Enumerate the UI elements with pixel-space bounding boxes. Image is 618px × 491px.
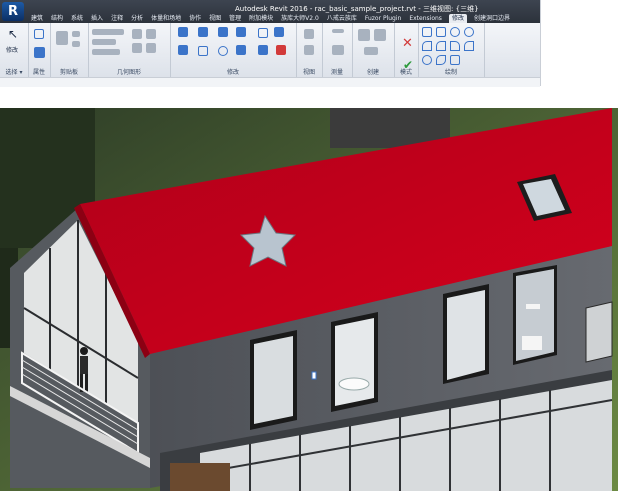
arc-center-icon[interactable] bbox=[436, 41, 446, 51]
options-bar bbox=[0, 77, 540, 87]
cope-tool-icon[interactable] bbox=[92, 29, 124, 35]
split-face-icon[interactable] bbox=[146, 29, 156, 39]
panel-clipboard: 剪贴板 bbox=[50, 23, 89, 77]
side-window-3 bbox=[443, 284, 489, 384]
remove-paint-icon[interactable] bbox=[146, 43, 156, 53]
ribbon-tab[interactable]: 协作 bbox=[188, 14, 202, 23]
ribbon-tab[interactable]: 视图 bbox=[208, 14, 222, 23]
circle-draw-icon[interactable] bbox=[464, 27, 474, 37]
paint-icon[interactable] bbox=[132, 43, 142, 53]
ribbon-tab[interactable]: 体量和场地 bbox=[150, 14, 182, 23]
ribbon-tab[interactable]: Extensions bbox=[408, 14, 443, 23]
ribbon-tab[interactable]: 创建洞口边界 bbox=[473, 14, 511, 23]
hide-in-view-icon[interactable] bbox=[304, 29, 314, 39]
3d-viewport[interactable] bbox=[0, 108, 618, 491]
panel-draw: 绘制 bbox=[418, 23, 485, 77]
properties-icon[interactable] bbox=[34, 47, 45, 58]
join-geometry-icon[interactable] bbox=[92, 49, 120, 55]
panel-create: 创建 bbox=[352, 23, 395, 77]
deck-railing-right bbox=[585, 301, 613, 363]
copy-icon[interactable] bbox=[72, 41, 80, 47]
modify-button-label[interactable]: 修改 bbox=[6, 45, 18, 54]
cut-geometry-icon[interactable] bbox=[92, 39, 116, 45]
panel-label-select[interactable]: 选择 ▾ bbox=[0, 67, 28, 76]
copy-element-icon[interactable] bbox=[198, 46, 208, 56]
ribbon-tab[interactable]: 系统 bbox=[70, 14, 84, 23]
element-marker-icon[interactable] bbox=[311, 371, 317, 380]
ribbon-tab[interactable]: 管理 bbox=[228, 14, 242, 23]
split-gap-icon[interactable] bbox=[274, 27, 284, 37]
boundary-line-icon[interactable] bbox=[422, 27, 432, 37]
measure-icon[interactable] bbox=[332, 29, 344, 33]
panel-measure: 测量 bbox=[322, 23, 353, 77]
side-window-1 bbox=[250, 330, 297, 430]
house-3d-view bbox=[0, 108, 618, 491]
panel-label-clipboard: 剪贴板 bbox=[59, 69, 78, 76]
panel-label-draw: 绘制 bbox=[444, 69, 457, 76]
window-title: Autodesk Revit 2016 - rac_basic_sample_p… bbox=[235, 5, 479, 13]
rectangle-draw-icon[interactable] bbox=[436, 27, 446, 37]
ribbon-tab[interactable]: 插入 bbox=[90, 14, 104, 23]
side-window-4-bathroom bbox=[513, 265, 557, 365]
panel-properties: 属性 bbox=[28, 23, 51, 77]
paste-icon[interactable] bbox=[56, 31, 68, 45]
delete-icon[interactable] bbox=[276, 45, 286, 55]
trim-extend-icon[interactable] bbox=[236, 45, 246, 55]
title-bar: R Autodesk Revit 2016 - rac_basic_sample… bbox=[0, 0, 540, 23]
panel-label-create: 创建 bbox=[366, 69, 379, 76]
ribbon-tab[interactable]: 结构 bbox=[50, 14, 64, 23]
arc-tangent-icon[interactable] bbox=[450, 41, 460, 51]
create-assembly-icon[interactable] bbox=[358, 29, 370, 41]
finish-edit-mode-icon[interactable]: ✔ bbox=[403, 58, 413, 72]
panel-label-measure: 测量 bbox=[330, 69, 343, 76]
revit-application-window: R Autodesk Revit 2016 - rac_basic_sample… bbox=[0, 0, 541, 87]
array-icon[interactable] bbox=[258, 45, 268, 55]
panel-select: ↖ 修改 选择 ▾ bbox=[0, 23, 29, 77]
cursor-arrow-icon[interactable]: ↖ bbox=[8, 27, 18, 41]
move-icon[interactable] bbox=[178, 45, 188, 55]
arc-start-end-icon[interactable] bbox=[422, 41, 432, 51]
polygon-draw-icon[interactable] bbox=[450, 27, 460, 37]
dimension-icon[interactable] bbox=[332, 45, 344, 55]
mirror-draw-icon[interactable] bbox=[236, 27, 246, 37]
ribbon-tab-strip: 建筑 结构 系统 插入 注释 分析 体量和场地 协作 视图 管理 附加模块 族库大师V2.0 八戒云族库… bbox=[30, 14, 511, 23]
revit-logo: R bbox=[7, 4, 18, 19]
create-group-icon[interactable] bbox=[364, 47, 378, 55]
ribbon-tab[interactable]: 分析 bbox=[130, 14, 144, 23]
align-icon[interactable] bbox=[178, 27, 188, 37]
side-window-2-bathroom bbox=[331, 312, 378, 412]
ribbon-tab[interactable]: 修改 bbox=[448, 14, 467, 23]
application-menu-button[interactable]: R bbox=[2, 2, 24, 21]
rotate-icon[interactable] bbox=[218, 46, 228, 56]
mirror-axis-icon[interactable] bbox=[218, 27, 228, 37]
ribbon-tab[interactable]: Fuzor Plugin bbox=[364, 14, 403, 23]
spline-icon[interactable] bbox=[436, 55, 446, 65]
cancel-edit-mode-icon[interactable]: ✕ bbox=[402, 36, 413, 51]
ellipse-icon[interactable] bbox=[422, 55, 432, 65]
panel-label-view: 视图 bbox=[302, 69, 315, 76]
offset-icon[interactable] bbox=[198, 27, 208, 37]
panel-geometry: 几何图形 bbox=[88, 23, 171, 77]
panel-label-modify: 修改 bbox=[226, 69, 239, 76]
fillet-arc-icon[interactable] bbox=[464, 41, 474, 51]
wall-joins-icon[interactable] bbox=[132, 29, 142, 39]
panel-label-geometry: 几何图形 bbox=[116, 69, 141, 76]
ribbon-tab[interactable]: 注释 bbox=[110, 14, 124, 23]
ribbon-tab[interactable]: 八戒云族库 bbox=[326, 14, 358, 23]
split-element-icon[interactable] bbox=[258, 28, 268, 38]
interior-furniture bbox=[170, 463, 230, 491]
pick-lines-icon[interactable] bbox=[450, 55, 460, 65]
create-parts-icon[interactable] bbox=[374, 29, 386, 41]
ribbon-tab[interactable]: 建筑 bbox=[30, 14, 44, 23]
cut-icon[interactable] bbox=[72, 31, 80, 37]
ribbon-tab[interactable]: 附加模块 bbox=[248, 14, 274, 23]
type-properties-icon[interactable] bbox=[34, 29, 44, 39]
panel-modify: 修改 bbox=[170, 23, 297, 77]
ribbon-tab[interactable]: 族库大师V2.0 bbox=[280, 14, 320, 23]
panel-label-properties: 属性 bbox=[32, 69, 45, 76]
override-graphics-icon[interactable] bbox=[304, 45, 314, 55]
panel-view: 视图 bbox=[296, 23, 323, 77]
